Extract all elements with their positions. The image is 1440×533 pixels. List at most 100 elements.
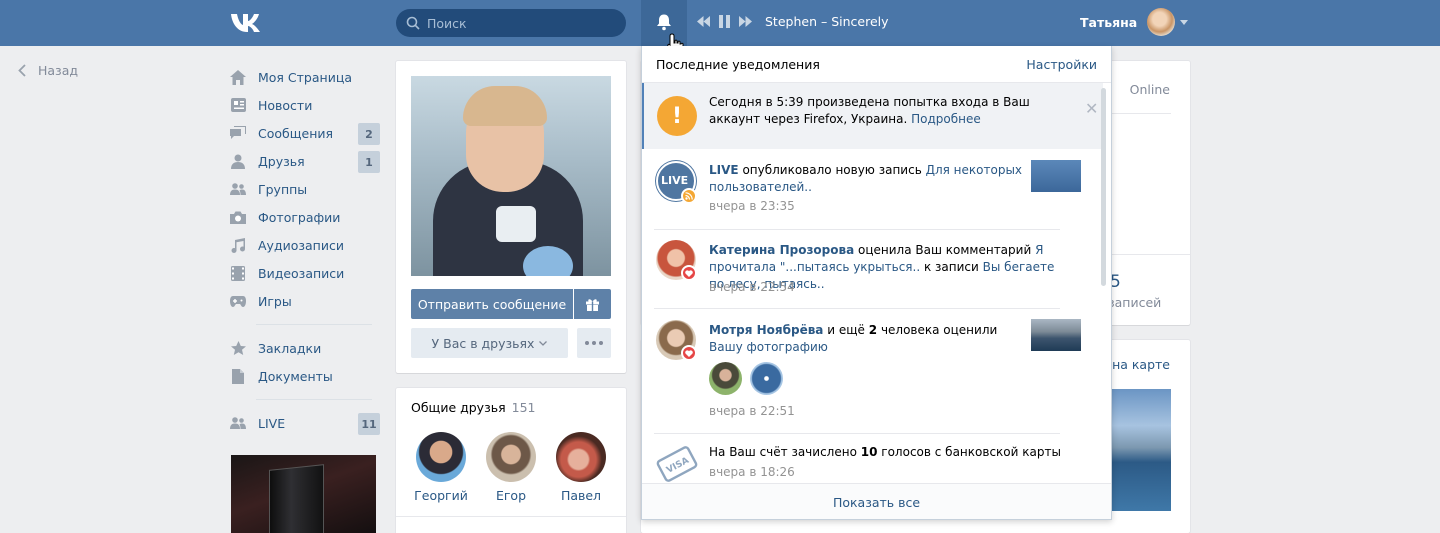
- mutual-friends-count: 151: [511, 400, 536, 415]
- friend-item[interactable]: Георгий: [406, 432, 476, 503]
- show-all-button[interactable]: Показать все: [642, 483, 1111, 519]
- action-text: человека оценили: [880, 323, 998, 337]
- sidebar-item-my-page[interactable]: Моя Страница: [230, 63, 382, 91]
- visa-card-icon: VISA: [656, 446, 698, 482]
- photo-link[interactable]: Вашу фотографию: [709, 340, 828, 354]
- scrollbar[interactable]: [1101, 88, 1106, 286]
- notification-security-warning[interactable]: ! Сегодня в 5:39 произведена попытка вхо…: [642, 83, 1103, 149]
- more-actions-button[interactable]: [577, 328, 611, 358]
- search-box[interactable]: [396, 9, 626, 37]
- now-playing-track[interactable]: Stephen – Sincerely: [765, 14, 889, 29]
- post-thumbnail[interactable]: [1031, 160, 1081, 192]
- advertisement-image[interactable]: [231, 455, 376, 533]
- notification-time: вчера в 18:26: [709, 465, 795, 479]
- sidebar-item-bookmarks[interactable]: Закладки: [230, 334, 382, 362]
- star-icon: [230, 340, 246, 356]
- notifications-settings-link[interactable]: Настройки: [1026, 57, 1097, 72]
- search-icon: [406, 16, 420, 30]
- sidebar-item-label: Группы: [258, 181, 308, 197]
- bell-icon: [657, 14, 671, 31]
- sidebar-item-video[interactable]: Видеозаписи: [230, 259, 382, 287]
- sidebar-item-friends[interactable]: Друзья 1: [230, 147, 382, 175]
- notifications-dropdown: Последние уведомления Настройки ! Сегодн…: [641, 46, 1112, 520]
- user-name[interactable]: Татьяна: [1080, 15, 1137, 30]
- back-link[interactable]: Назад: [18, 63, 78, 78]
- photo-hair: [463, 86, 547, 126]
- friend-name[interactable]: Георгий: [406, 488, 476, 503]
- notification-item[interactable]: Катерина Прозорова оценила Ваш комментар…: [642, 230, 1103, 308]
- sidebar-item-audio[interactable]: Аудиозаписи: [230, 231, 382, 259]
- friend-name[interactable]: Павел: [546, 488, 616, 503]
- author-name: Катерина Прозорова: [709, 243, 855, 257]
- sea-photo[interactable]: [1111, 389, 1171, 511]
- in-friends-label: У Вас в друзьях: [431, 335, 535, 351]
- avatar[interactable]: [556, 432, 606, 482]
- avatar[interactable]: [1147, 8, 1176, 36]
- notification-text: Мотря Ноябрёва и ещё 2 человека оценили …: [709, 322, 1029, 356]
- close-icon[interactable]: ✕: [1085, 99, 1098, 118]
- chevron-down-icon: [539, 340, 548, 346]
- sidebar-item-label: Игры: [258, 293, 292, 309]
- notification-item[interactable]: LIVE LIVE опубликовало новую запись Для …: [642, 149, 1103, 229]
- author-link[interactable]: LIVE: [709, 163, 739, 177]
- mutual-friends-header[interactable]: Общие друзья 151: [411, 400, 535, 415]
- user-menu[interactable]: Татьяна: [1080, 8, 1189, 36]
- avatar[interactable]: [709, 362, 742, 395]
- action-text: опубликовало новую запись: [742, 163, 922, 177]
- vk-logo-icon[interactable]: [230, 11, 264, 33]
- author-link[interactable]: Мотря Ноябрёва: [709, 323, 823, 337]
- avatar[interactable]: [486, 432, 536, 482]
- gift-button[interactable]: [574, 289, 611, 319]
- sidebar-item-documents[interactable]: Документы: [230, 362, 382, 390]
- sidebar-item-news[interactable]: Новости: [230, 91, 382, 119]
- visa-text: VISA: [665, 456, 691, 476]
- counter-badge: 2: [358, 123, 380, 145]
- details-link[interactable]: Подробнее: [911, 112, 981, 126]
- sidebar-item-games[interactable]: Игры: [230, 287, 382, 315]
- online-status: Online: [1129, 82, 1170, 97]
- sidebar-item-label: Закладки: [258, 340, 322, 356]
- messages-icon: [230, 125, 246, 141]
- previous-track-icon[interactable]: [697, 16, 710, 27]
- pause-icon[interactable]: [719, 15, 730, 28]
- gift-icon: [586, 298, 599, 311]
- avatar[interactable]: [750, 362, 783, 395]
- action-text: к записи: [923, 260, 979, 274]
- gamepad-icon: [230, 293, 246, 309]
- sidebar-item-label: Документы: [258, 368, 333, 384]
- dot-icon: [592, 341, 596, 345]
- sidebar-item-groups[interactable]: Группы: [230, 175, 382, 203]
- photo-print: [496, 206, 536, 242]
- friend-item[interactable]: Егор: [476, 432, 546, 503]
- sidebar-nav: Моя Страница Новости Сообщения 2 Друзья …: [230, 63, 382, 437]
- notification-item[interactable]: Мотря Ноябрёва и ещё 2 человека оценили …: [642, 309, 1103, 431]
- posts-label[interactable]: записей: [1108, 295, 1161, 310]
- profile-photo[interactable]: [411, 76, 611, 276]
- audio-player: Stephen – Sincerely: [697, 14, 889, 29]
- send-message-button[interactable]: Отправить сообщение: [411, 289, 573, 319]
- camera-icon: [230, 209, 246, 225]
- notification-item[interactable]: VISA На Ваш счёт зачислено 10 голосов с …: [642, 434, 1103, 484]
- action-text: оценила Ваш комментарий: [858, 243, 1032, 257]
- author-link[interactable]: Катерина Прозорова: [709, 243, 854, 257]
- sidebar-item-messages[interactable]: Сообщения 2: [230, 119, 382, 147]
- sidebar-item-photos[interactable]: Фотографии: [230, 203, 382, 231]
- in-friends-dropdown[interactable]: У Вас в друзьях: [411, 328, 568, 358]
- sidebar-item-live[interactable]: LIVE 11: [230, 409, 382, 437]
- author-name: Мотря Ноябрёва: [709, 323, 824, 337]
- votes-count: 10: [860, 445, 878, 459]
- news-icon: [230, 97, 246, 113]
- sidebar-item-label: Фотографии: [258, 209, 341, 225]
- friend-name[interactable]: Егор: [476, 488, 546, 503]
- search-input[interactable]: [427, 15, 617, 31]
- avatar[interactable]: [416, 432, 466, 482]
- photo-thumbnail[interactable]: [1031, 319, 1081, 351]
- sidebar-item-label: Аудиозаписи: [258, 237, 344, 253]
- next-track-icon[interactable]: [739, 16, 752, 27]
- notifications-title: Последние уведомления: [656, 56, 820, 72]
- heart-icon: [681, 265, 697, 281]
- music-icon: [230, 237, 246, 253]
- friend-item[interactable]: Павел: [546, 432, 616, 503]
- dot-icon: [599, 341, 603, 345]
- sidebar-item-label: Моя Страница: [258, 69, 352, 85]
